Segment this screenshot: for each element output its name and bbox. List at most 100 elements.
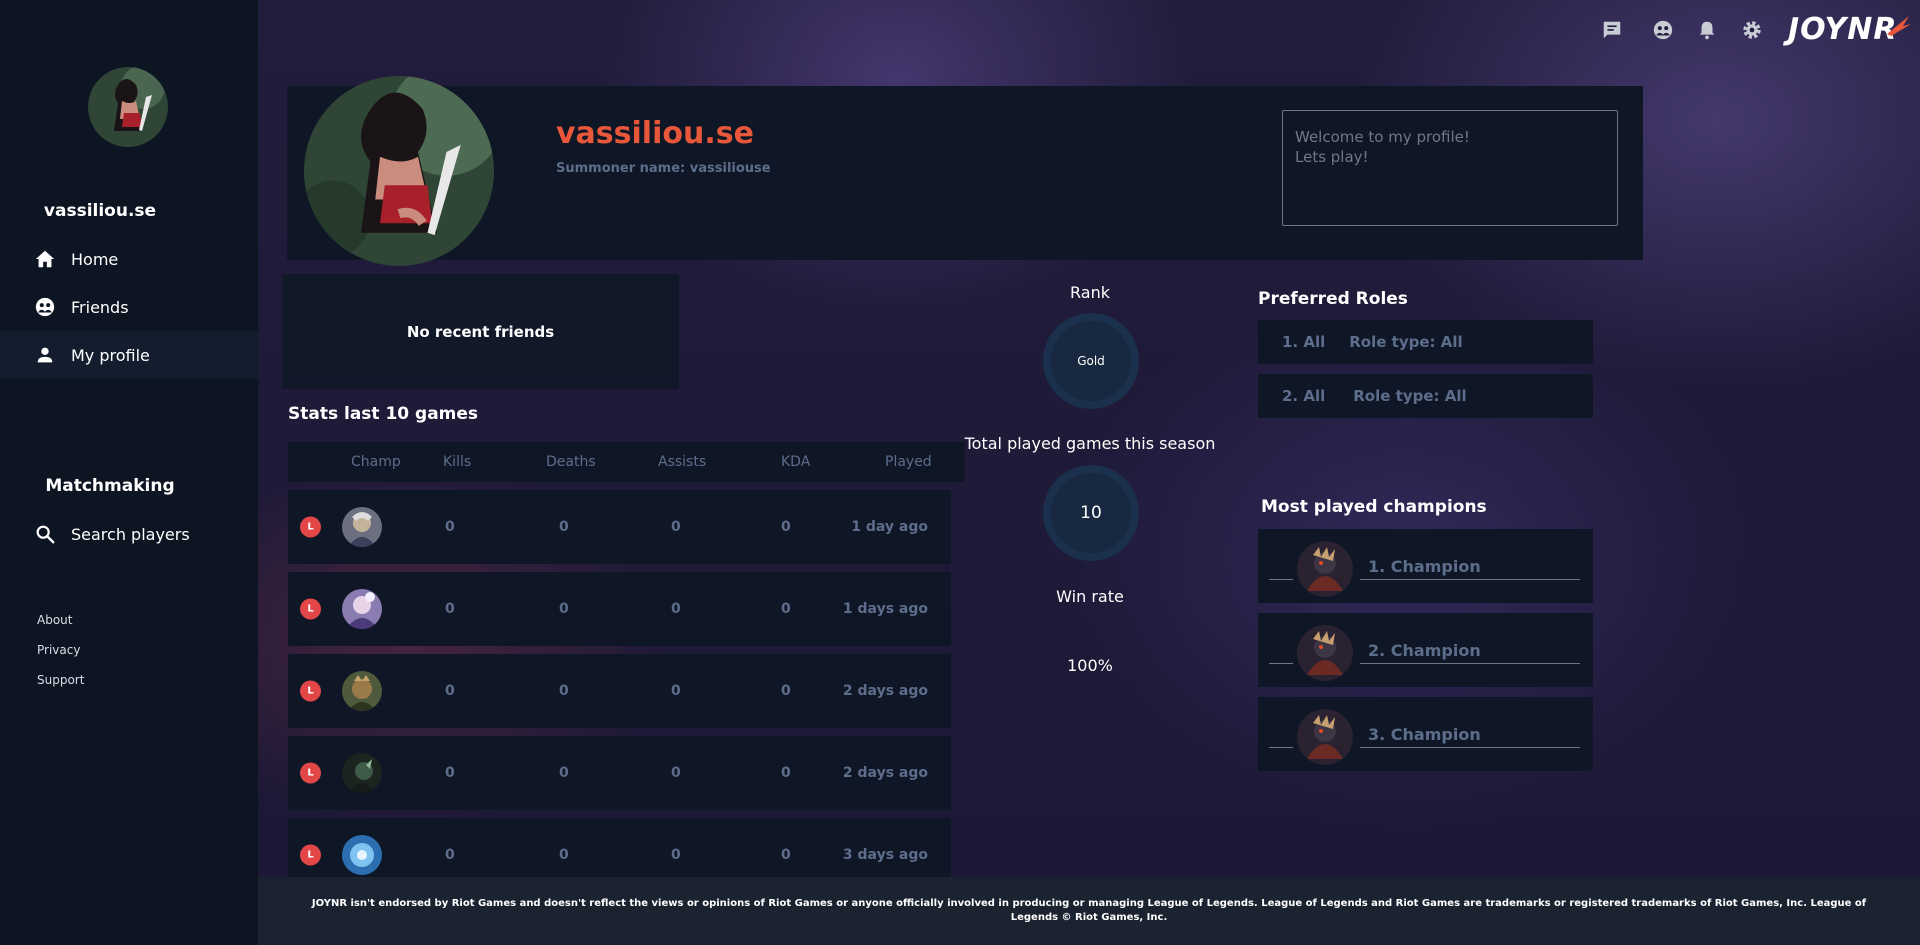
most-played-champion-card[interactable]: 2. Champion <box>1258 613 1593 687</box>
kills-value: 0 <box>445 601 455 617</box>
friends-icon <box>34 296 56 318</box>
preferred-role-card[interactable]: 2. All Role type: All <box>1258 374 1593 418</box>
recent-friends-empty-text: No recent friends <box>406 322 555 341</box>
deaths-value: 0 <box>559 847 569 863</box>
role-rank: 1. All <box>1282 333 1326 351</box>
kda-value: 0 <box>781 683 791 699</box>
kills-value: 0 <box>445 519 455 535</box>
support-link[interactable]: Support <box>37 673 84 687</box>
total-games-badge: 10 <box>1043 465 1139 561</box>
kda-value: 0 <box>781 765 791 781</box>
champion-avatar <box>342 753 382 793</box>
about-link[interactable]: About <box>37 613 72 627</box>
assists-value: 0 <box>671 847 681 863</box>
home-icon <box>34 248 56 270</box>
divider <box>1269 579 1293 580</box>
logo-text: JOYNR <box>1788 12 1898 47</box>
nav-friends[interactable]: Friends <box>0 283 258 331</box>
assists-value: 0 <box>671 601 681 617</box>
user-icon <box>34 344 56 366</box>
deaths-value: 0 <box>559 683 569 699</box>
played-value: 1 days ago <box>842 601 928 617</box>
col-assists: Assists <box>658 454 707 470</box>
champion-name: 3. Champion <box>1368 725 1481 744</box>
sidebar-avatar[interactable] <box>88 67 168 147</box>
matchmaking-heading: Matchmaking <box>45 476 175 496</box>
col-deaths: Deaths <box>546 454 596 470</box>
divider <box>1360 747 1580 748</box>
role-rank: 2. All <box>1282 387 1326 405</box>
role-type: Role type: All <box>1349 333 1463 351</box>
profile-header-card: vassiliou.se Summoner name: vassiliouse … <box>287 76 1643 266</box>
deaths-value: 0 <box>559 519 569 535</box>
profile-display-name: vassiliou.se <box>556 116 754 151</box>
champion-name: 1. Champion <box>1368 557 1481 576</box>
total-games-label: Total played games this season <box>964 434 1216 453</box>
champion-avatar <box>342 507 382 547</box>
rank-badge: Gold <box>1043 313 1139 409</box>
divider <box>1269 663 1293 664</box>
nav-friends-label: Friends <box>71 297 129 317</box>
preferred-role-card[interactable]: 1. All Role type: All <box>1258 320 1593 364</box>
kda-value: 0 <box>781 847 791 863</box>
deaths-value: 0 <box>559 601 569 617</box>
profile-avatar[interactable] <box>304 76 494 266</box>
champion-name: 2. Champion <box>1368 641 1481 660</box>
kills-value: 0 <box>445 847 455 863</box>
played-value: 1 day ago <box>851 519 928 535</box>
joynr-logo[interactable]: JOYNR <box>1788 12 1912 48</box>
friends-icon[interactable] <box>1651 18 1675 42</box>
logo-accent-icon <box>1887 16 1912 36</box>
nav-search-players-label: Search players <box>71 524 190 544</box>
assists-value: 0 <box>671 683 681 699</box>
legal-footer: JOYNR isn't endorsed by Riot Games and d… <box>258 877 1920 945</box>
champion-avatar <box>1297 625 1353 681</box>
win-rate-value: 100% <box>1067 656 1113 675</box>
table-row[interactable]: L 0 0 0 0 2 days ago <box>288 736 951 810</box>
stats-title: Stats last 10 games <box>288 404 479 424</box>
champion-avatar <box>342 589 382 629</box>
chat-icon[interactable] <box>1600 18 1624 42</box>
gear-icon[interactable] <box>1740 18 1764 42</box>
nav-home[interactable]: Home <box>0 235 258 283</box>
most-played-title: Most played champions <box>1261 497 1487 517</box>
played-value: 2 days ago <box>842 765 928 781</box>
rank-label: Rank <box>1070 283 1110 302</box>
nav-home-label: Home <box>71 249 119 269</box>
col-kda: KDA <box>781 454 811 470</box>
table-row[interactable]: L 0 0 0 0 1 day ago <box>288 490 951 564</box>
played-value: 2 days ago <box>842 683 928 699</box>
recent-friends-panel: No recent friends <box>282 274 679 389</box>
table-row[interactable]: L 0 0 0 0 1 days ago <box>288 572 951 646</box>
champion-avatar <box>1297 709 1353 765</box>
divider <box>1360 663 1580 664</box>
assists-value: 0 <box>671 765 681 781</box>
sidebar: vassiliou.se Home Friends My profile Mat… <box>0 0 258 945</box>
legal-disclaimer: JOYNR isn't endorsed by Riot Games and d… <box>311 898 1867 923</box>
profile-bio-textarea[interactable]: Welcome to my profile! Lets play! <box>1282 110 1618 226</box>
champion-avatar <box>342 671 382 711</box>
loss-badge: L <box>300 762 321 784</box>
loss-badge: L <box>300 680 321 702</box>
kda-value: 0 <box>781 601 791 617</box>
loss-badge: L <box>300 516 321 538</box>
col-kills: Kills <box>443 454 472 470</box>
kills-value: 0 <box>445 765 455 781</box>
preferred-roles-title: Preferred Roles <box>1258 289 1408 309</box>
most-played-champion-card[interactable]: 3. Champion <box>1258 697 1593 771</box>
bell-icon[interactable] <box>1695 18 1719 42</box>
table-row[interactable]: L 0 0 0 0 2 days ago <box>288 654 951 728</box>
search-icon <box>34 523 56 545</box>
total-games-value: 10 <box>1080 503 1102 523</box>
deaths-value: 0 <box>559 765 569 781</box>
stats-table-header: Champ Kills Deaths Assists KDA Played <box>288 442 965 482</box>
champion-avatar <box>342 835 382 875</box>
loss-badge: L <box>300 598 321 620</box>
privacy-link[interactable]: Privacy <box>37 643 80 657</box>
most-played-champion-card[interactable]: 1. Champion <box>1258 529 1593 603</box>
assists-value: 0 <box>671 519 681 535</box>
nav-search-players[interactable]: Search players <box>0 510 258 558</box>
played-value: 3 days ago <box>842 847 928 863</box>
nav-my-profile[interactable]: My profile <box>0 331 258 379</box>
champion-avatar <box>1297 541 1353 597</box>
